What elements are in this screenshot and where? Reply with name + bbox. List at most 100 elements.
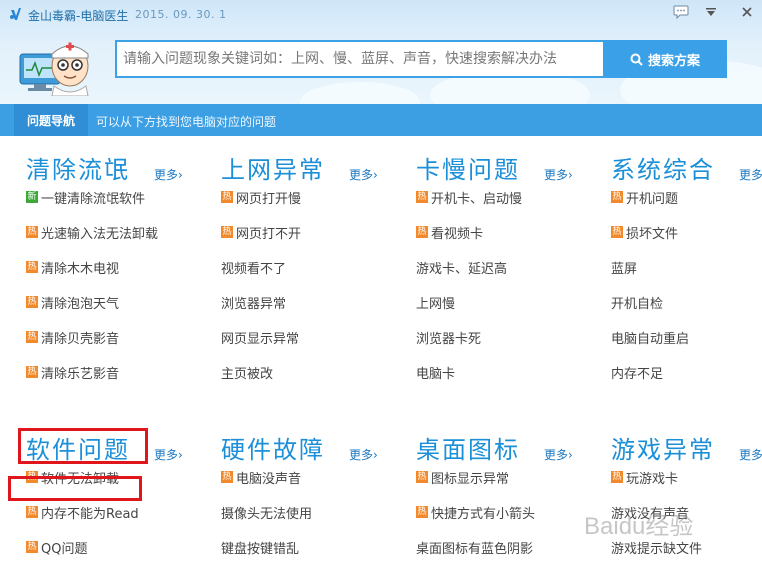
chat-bubble-icon (673, 5, 689, 19)
problem-link[interactable]: 热损坏文件 (611, 222, 678, 242)
problem-link[interactable]: 热电脑没声音 (221, 467, 301, 487)
problem-label: 主页被改 (221, 366, 274, 382)
problem-link[interactable]: 热快捷方式有小箭头 (416, 502, 535, 522)
more-link[interactable]: 更多› (154, 446, 183, 463)
app-version: 2015. 09. 30. 1 (135, 8, 227, 21)
problem-label: 电脑自动重启 (611, 331, 690, 347)
doctor-mascot-icon (19, 42, 89, 96)
more-link[interactable]: 更多› (739, 446, 762, 463)
problem-link[interactable]: 上网慢 (416, 292, 455, 312)
problem-link[interactable]: 浏览器异常 (221, 292, 286, 312)
problem-label: 清除乐艺影音 (41, 366, 120, 382)
problem-link[interactable]: 热玩游戏卡 (611, 467, 678, 487)
problem-label: 清除贝壳影音 (41, 331, 120, 347)
problem-link[interactable]: 热 QQ问题 (26, 537, 87, 557)
problem-link[interactable]: 热网页打不开 (221, 222, 301, 242)
hot-badge: 热 (26, 541, 38, 553)
hot-badge: 热 (416, 226, 428, 238)
app-title: 金山毒霸-电脑医生 (28, 9, 129, 23)
category-title[interactable]: 软件问题 (26, 430, 130, 465)
problem-link[interactable]: 游戏卡、延迟高 (416, 257, 507, 277)
problem-link[interactable]: 网页显示异常 (221, 327, 299, 347)
problem-link[interactable]: 热软件无法卸载 (26, 467, 119, 487)
more-link[interactable]: 更多› (349, 166, 378, 183)
more-link[interactable]: 更多› (154, 166, 183, 183)
problem-link[interactable]: 热清除泡泡天气 (26, 292, 119, 312)
problem-link[interactable]: 热内存不能为Read (26, 502, 139, 522)
problem-link[interactable]: 热光速输入法无法卸载 (26, 222, 158, 242)
feedback-button[interactable] (670, 2, 692, 22)
category-title[interactable]: 系统综合 (611, 150, 715, 185)
problem-label: 电脑卡 (416, 366, 456, 382)
title-bar: 金山毒霸-电脑医生 2015. 09. 30. 1 (0, 0, 762, 28)
hot-badge: 热 (611, 191, 623, 203)
problem-label: 键盘按键错乱 (221, 541, 300, 557)
problem-link[interactable]: 键盘按键错乱 (221, 537, 299, 557)
category-title[interactable]: 卡慢问题 (416, 150, 520, 185)
category-section: 清除流氓 更多› 新一键清除流氓软件热光速输入法无法卸载热清除木木电视热清除泡泡天气… (26, 150, 221, 407)
category-header: 游戏异常 更多› (611, 430, 762, 470)
category-title[interactable]: 游戏异常 (611, 430, 715, 465)
search-box (115, 40, 605, 78)
more-link[interactable]: 更多› (544, 446, 573, 463)
search-icon (630, 53, 643, 66)
problem-link[interactable]: 新一键清除流氓软件 (26, 187, 145, 207)
problem-link[interactable]: 主页被改 (221, 362, 273, 382)
category-section: 桌面图标 更多› 热图标显示异常热快捷方式有小箭头 桌面图标有蓝色阴影 (416, 430, 611, 574)
close-button[interactable] (736, 2, 758, 22)
problem-link[interactable]: 摄像头无法使用 (221, 502, 312, 522)
problem-link[interactable]: 桌面图标有蓝色阴影 (416, 537, 533, 557)
nav-hint: 可以从下方找到您电脑对应的问题 (96, 115, 277, 129)
problem-link[interactable]: 电脑卡 (416, 362, 455, 382)
problem-link[interactable]: 热图标显示异常 (416, 467, 509, 487)
more-link[interactable]: 更多› (739, 166, 762, 183)
more-link[interactable]: 更多› (349, 446, 378, 463)
problem-link[interactable]: 视频看不了 (221, 257, 286, 277)
problem-link[interactable]: 热开机问题 (611, 187, 678, 207)
header: 金山毒霸-电脑医生 2015. 09. 30. 1 请输入问题现象关键词如：上网… (0, 0, 762, 104)
problem-label: 一键清除流氓软件 (41, 191, 146, 207)
category-section: 系统综合更多›热开机问题热损坏文件蓝屏开机自检电脑自动重启内存不足 (611, 150, 762, 407)
problem-link[interactable]: 开机自检 (611, 292, 663, 312)
category-title[interactable]: 清除流氓 (26, 150, 130, 185)
problem-label: 浏览器卡死 (416, 331, 482, 347)
problem-link[interactable]: 热看视频卡 (416, 222, 483, 242)
problem-label: 开机卡、启动慢 (431, 191, 523, 207)
problem-label: 游戏卡、延迟高 (416, 261, 508, 277)
menu-button[interactable] (700, 2, 722, 22)
category-section: 硬件故障 更多› 热电脑没声音摄像头无法使用 键盘按键错乱 (221, 430, 416, 574)
problem-label: 摄像头无法使用 (221, 506, 313, 522)
problem-link[interactable]: 蓝屏 (611, 257, 637, 277)
category-header: 软件问题 更多› (26, 430, 221, 470)
category-title[interactable]: 硬件故障 (221, 430, 325, 465)
tab-problem-navigation[interactable]: 问题导航 (14, 104, 88, 136)
watermark-logo: Baidu经验 (584, 513, 693, 540)
problem-link[interactable]: 电脑自动重启 (611, 327, 689, 347)
category-header: 系统综合 更多› (611, 150, 762, 190)
more-link[interactable]: 更多› (544, 166, 573, 183)
app-logo-icon (10, 8, 21, 20)
problem-label: 玩游戏卡 (626, 471, 679, 487)
problem-link[interactable]: 热清除木木电视 (26, 257, 119, 277)
problem-label: 快捷方式有小箭头 (431, 506, 536, 522)
problem-link[interactable]: 热清除乐艺影音 (26, 362, 119, 382)
tab-label: 问题导航 (26, 113, 75, 128)
hot-badge: 热 (26, 331, 38, 343)
category-title[interactable]: 上网异常 (221, 150, 325, 185)
problem-label: QQ问题 (41, 541, 88, 557)
problem-label: 开机问题 (626, 191, 679, 207)
category-section: 卡慢问题 更多› 热开机卡、启动慢热看视频卡 游戏卡、延迟高 上网慢 浏览器卡死 电脑卡 (416, 150, 611, 407)
category-title[interactable]: 桌面图标 (416, 430, 520, 465)
problem-link[interactable]: 热清除贝壳影音 (26, 327, 119, 347)
problem-link[interactable]: 热开机卡、启动慢 (416, 187, 522, 207)
problem-link[interactable]: 热网页打开慢 (221, 187, 301, 207)
category-header: 上网异常 更多› (221, 150, 416, 190)
search-input[interactable] (117, 42, 605, 76)
problem-label: 损坏文件 (626, 226, 679, 242)
problem-link[interactable]: 浏览器卡死 (416, 327, 481, 347)
hot-badge: 热 (416, 191, 428, 203)
problem-link[interactable]: 内存不足 (611, 362, 663, 382)
problem-label: 上网慢 (416, 296, 456, 312)
watermark-text: Baidu经验 (584, 513, 693, 540)
search-button[interactable]: 搜索方案 (603, 40, 727, 78)
